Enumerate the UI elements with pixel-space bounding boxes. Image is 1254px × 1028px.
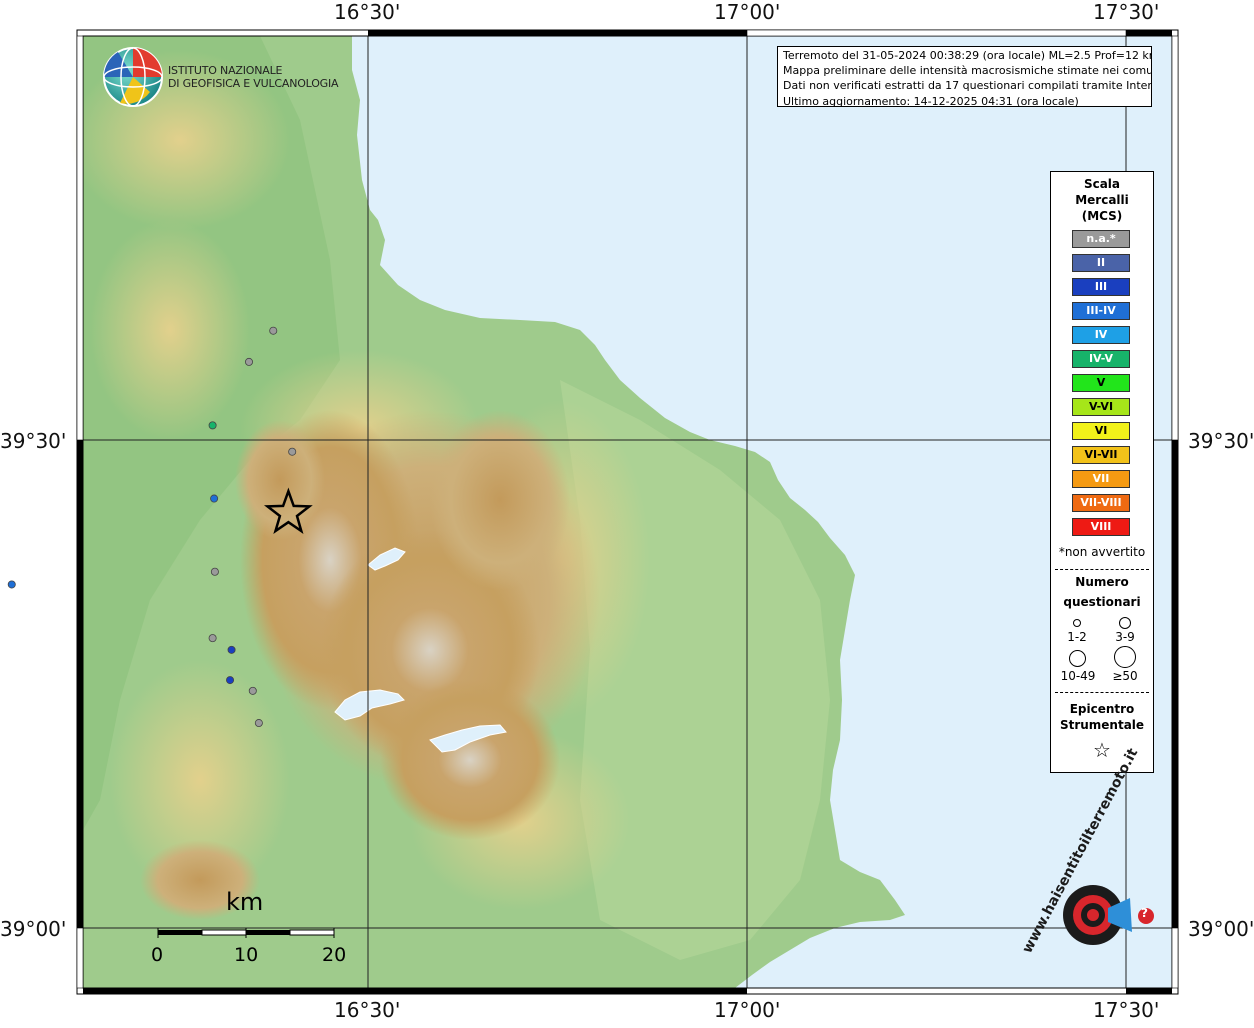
intensity-swatch: VIII [1072, 518, 1130, 536]
intensity-swatch: VI [1072, 422, 1130, 440]
intensity-swatch: VI-VII [1072, 446, 1130, 464]
observation-point [254, 719, 263, 728]
lon-label-top-2: 17°00' [714, 0, 781, 24]
lat-label-right-1: 39°30' [1188, 429, 1254, 453]
info-line-3: Dati non verificati estratti da 17 quest… [783, 79, 1151, 93]
info-line-2: Mappa preliminare delle intensità macros… [783, 64, 1151, 78]
count-label-3: 10-49 [1060, 669, 1096, 683]
observation-point [210, 567, 219, 576]
scale-tick-20: 20 [322, 944, 347, 966]
lat-label-right-2: 39°00' [1188, 917, 1254, 941]
count-title-2: questionari [1063, 595, 1141, 609]
lon-label-bottom-2: 17°00' [714, 998, 781, 1022]
logo-line-2: DI GEOFISICA E VULCANOLOGIA [168, 77, 339, 90]
lon-label-bottom-1: 16°30' [334, 998, 401, 1022]
intensity-swatch: II [1072, 254, 1130, 272]
observation-point [208, 421, 217, 430]
observation-point [248, 686, 257, 695]
count-circle-small [1073, 619, 1081, 627]
count-circle-large [1069, 650, 1086, 667]
intensity-swatch: III-IV [1072, 302, 1130, 320]
scale-tick-10: 10 [234, 944, 259, 966]
lat-label-left-2: 39°00' [0, 917, 67, 941]
intensity-swatch: IV [1072, 326, 1130, 344]
scale-tick-0: 0 [151, 944, 164, 966]
legend-panel: Scala Mercalli (MCS) n.a.* II III III-IV IV I… [1050, 171, 1154, 773]
ingv-logo-text: ISTITUTO NAZIONALE DI GEOFISICA E VULCAN… [168, 64, 339, 90]
legend-note: *non avvertito [1058, 545, 1146, 559]
lon-label-top-3: 17°30' [1093, 0, 1160, 24]
intensity-swatch: III [1072, 278, 1130, 296]
lon-label-top-1: 16°30' [334, 0, 401, 24]
intensity-swatch: IV-V [1072, 350, 1130, 368]
observation-point [226, 676, 235, 685]
count-circle-xlarge [1114, 646, 1136, 668]
count-label-2: 3-9 [1115, 630, 1135, 644]
count-circle-medium [1119, 617, 1131, 629]
lon-label-bottom-3: 17°30' [1093, 998, 1160, 1022]
legend-title-3: (MCS) [1081, 209, 1123, 223]
count-label-1: 1-2 [1067, 630, 1087, 644]
intensity-swatch: n.a.* [1072, 230, 1130, 248]
observation-point [208, 634, 217, 643]
count-title-1: Numero [1075, 575, 1129, 589]
observation-point [227, 645, 236, 654]
observation-point [210, 494, 219, 503]
epi-title-1: Epicentro [1069, 702, 1135, 716]
legend-title-2: Mercalli [1075, 193, 1129, 207]
logo-line-1: ISTITUTO NAZIONALE [168, 64, 283, 77]
lat-label-left-1: 39°30' [0, 429, 67, 453]
intensity-swatch: V [1072, 374, 1130, 392]
legend-title-1: Scala [1083, 177, 1121, 191]
observation-point [269, 326, 278, 335]
intensity-swatch: V-VI [1072, 398, 1130, 416]
scale-unit: km [226, 888, 264, 916]
observation-point [288, 447, 297, 456]
ingv-logo-icon [103, 47, 163, 107]
event-info-box: Terremoto del 31-05-2024 00:38:29 (ora l… [777, 46, 1152, 108]
observation-point [244, 357, 253, 366]
count-label-4: ≥50 [1112, 669, 1138, 683]
observation-point [7, 580, 16, 589]
intensity-swatch: VII [1072, 470, 1130, 488]
hst-question-icon: ? [1141, 906, 1148, 920]
info-line-1: Terremoto del 31-05-2024 00:38:29 (ora l… [783, 49, 1151, 62]
epi-title-2: Strumentale [1059, 718, 1145, 732]
map-figure: 16°30' 17°00' 17°30' 16°30' 17°00' 17°30… [0, 0, 1254, 1024]
intensity-swatch: VII-VIII [1072, 494, 1130, 512]
info-line-4: Ultimo aggiornamento: 14-12-2025 04:31 (… [783, 94, 1079, 108]
